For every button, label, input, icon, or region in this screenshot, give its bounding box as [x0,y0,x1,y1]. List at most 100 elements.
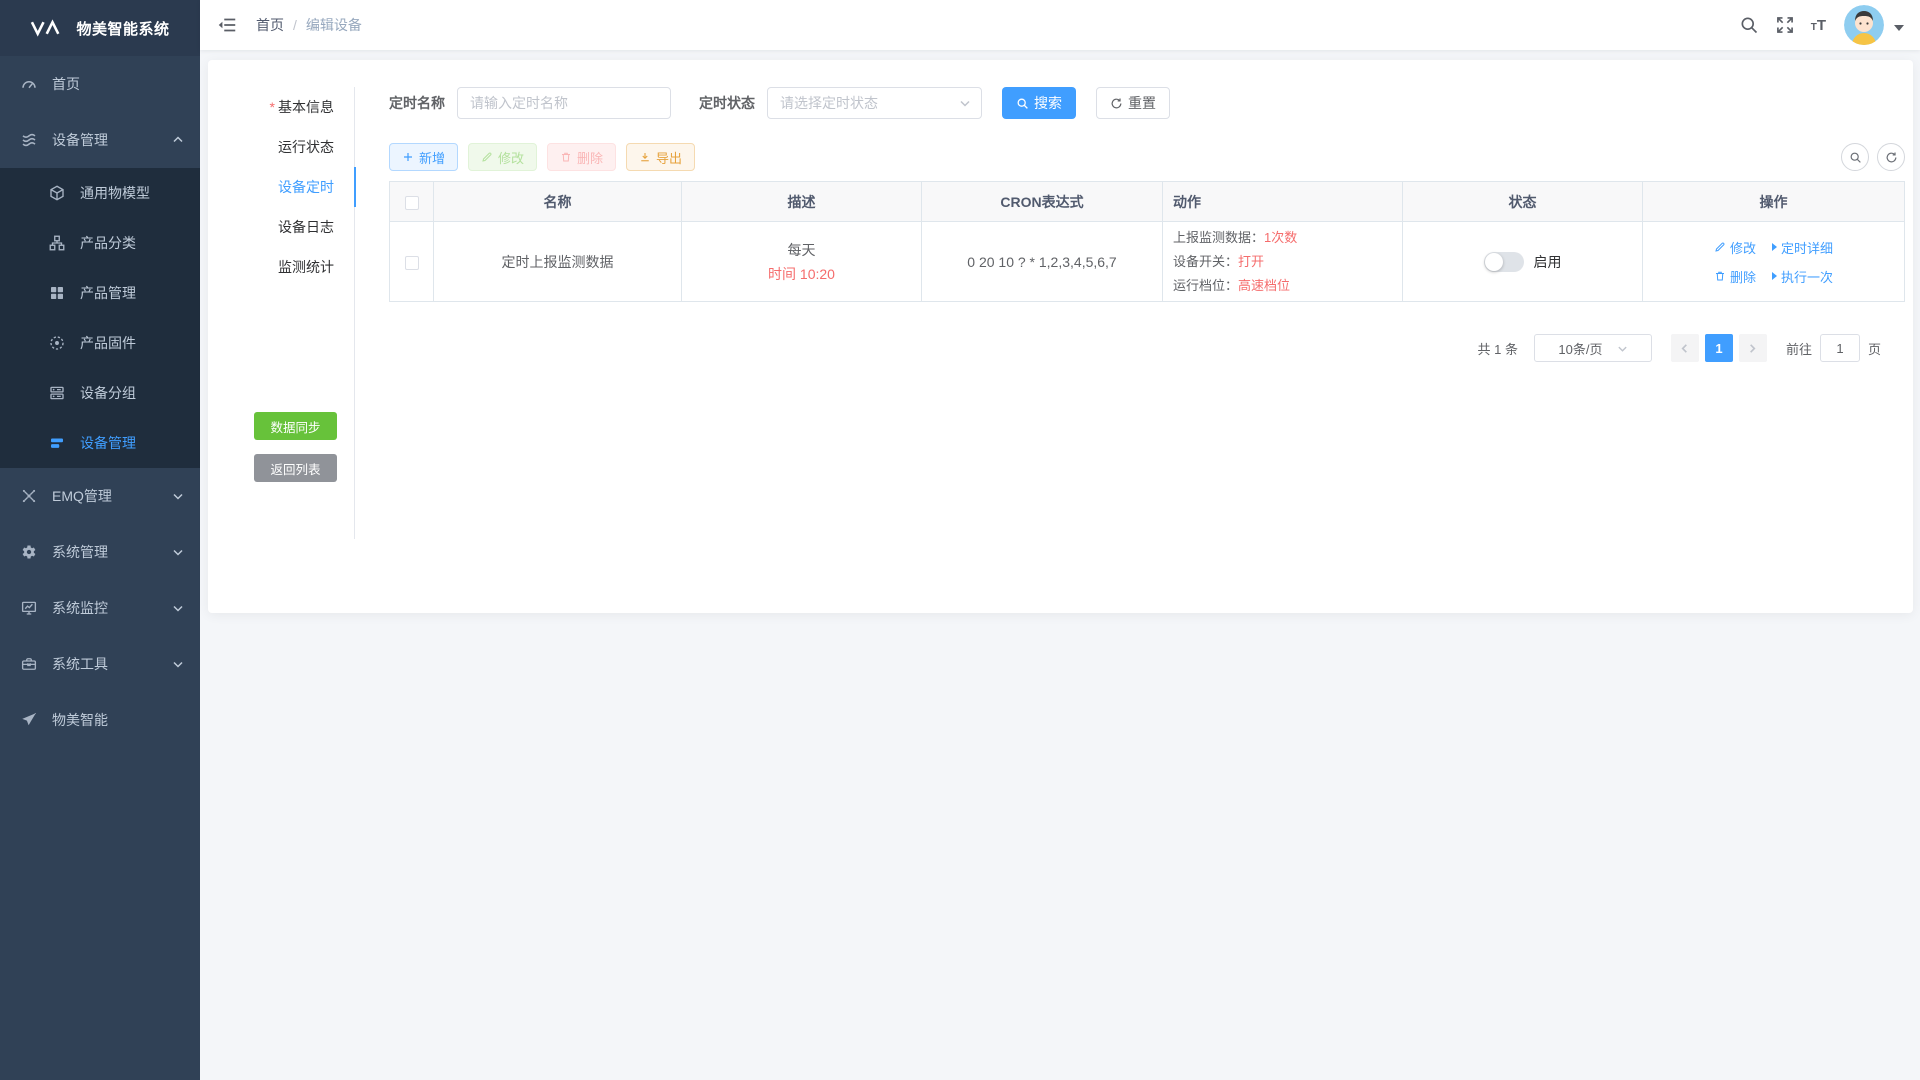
add-button[interactable]: 新增 [389,143,458,171]
row-run-once-label: 执行一次 [1781,267,1833,286]
app-title: 物美智能系统 [76,18,169,39]
reset-button[interactable]: 重置 [1096,87,1170,119]
sidebar-item-label: 设备分组 [80,383,184,403]
tab-basic-info[interactable]: *基本信息 [208,87,354,127]
desc-frequency: 每天 [682,238,921,262]
sidebar-item-system-management[interactable]: 系统管理 [0,524,200,580]
sidebar-item-home[interactable]: 首页 [0,56,200,112]
col-header-ops: 操作 [1643,182,1905,222]
sidebar-item-label: 物美智能 [52,710,184,730]
refresh-button[interactable] [1877,143,1905,171]
chevron-down-icon [172,546,184,558]
sidebar-item-wumei-smart[interactable]: 物美智能 [0,692,200,748]
row-delete-link[interactable]: 删除 [1714,267,1756,286]
page-size-select[interactable]: 10条/页 [1534,334,1652,362]
fullscreen-icon[interactable] [1775,15,1795,35]
cell-ops: 修改 定时详细 删除 [1643,222,1905,302]
tab-monitor-stats[interactable]: 监测统计 [208,247,354,287]
table-header-row: 名称 描述 CRON表达式 动作 状态 操作 [390,182,1905,222]
tab-label: 设备日志 [278,219,334,235]
col-header-name: 名称 [434,182,682,222]
sidebar-item-product-firmware[interactable]: 产品固件 [0,318,200,368]
select-all-checkbox[interactable] [405,196,419,210]
target-icon [48,334,66,352]
pagination: 共 1 条 10条/页 1 [389,334,1905,362]
header-checkbox-cell [390,182,434,222]
delete-button[interactable]: 删除 [547,143,616,171]
required-mark: * [270,99,275,115]
action-label: 设备开关： [1173,254,1238,269]
action-value: 打开 [1238,254,1264,269]
sidebar-item-label: EMQ管理 [52,486,172,506]
sitemap-icon [48,234,66,252]
sidebar-item-product-category[interactable]: 产品分类 [0,218,200,268]
logo-icon [30,17,66,39]
breadcrumb-home[interactable]: 首页 [256,15,284,35]
page-unit-label: 页 [1868,339,1881,358]
sidebar-item-label: 产品固件 [80,333,184,353]
back-to-list-button[interactable]: 返回列表 [254,454,337,482]
server-rack-icon [48,384,66,402]
row-checkbox[interactable] [405,256,419,270]
sidebar-item-label: 设备管理 [52,130,172,150]
sidebar-fold-icon[interactable] [216,14,238,36]
sidebar-item-label: 设备管理 [80,433,184,453]
logo[interactable]: 物美智能系统 [0,0,200,56]
app-root: 物美智能系统 首页 设备管理 [0,0,1920,1080]
device-tabs: *基本信息 运行状态 设备定时 设备日志 监测统计 数据同步 [208,87,355,539]
list-bars-icon [48,434,66,452]
tab-running-status[interactable]: 运行状态 [208,127,354,167]
tab-device-timer[interactable]: 设备定时 [208,167,354,207]
search-button[interactable]: 搜索 [1002,87,1076,119]
sidebar-item-thing-model[interactable]: 通用物模型 [0,168,200,218]
edit-button[interactable]: 修改 [468,143,537,171]
edit-device-card: *基本信息 运行状态 设备定时 设备日志 监测统计 数据同步 [208,60,1913,613]
header-search-icon[interactable] [1739,15,1759,35]
page-background: *基本信息 运行状态 设备定时 设备日志 监测统计 数据同步 [200,50,1920,1080]
page-size-value: 10条/页 [1558,339,1602,358]
avatar[interactable] [1844,5,1884,45]
sidebar-item-label: 系统管理 [52,542,172,562]
row-run-once-link[interactable]: 执行一次 [1772,267,1833,286]
sidebar-item-label: 产品分类 [80,233,184,253]
cell-actions: 上报监测数据：1次数 设备开关：打开 运行档位：高速档位 [1163,222,1403,302]
row-timer-detail-link[interactable]: 定时详细 [1772,238,1833,257]
prev-page-button[interactable] [1671,334,1699,362]
dashboard-icon [20,75,38,93]
paper-plane-icon [20,711,38,729]
export-button[interactable]: 导出 [626,143,695,171]
sidebar-item-product-management[interactable]: 产品管理 [0,268,200,318]
sidebar-item-label: 产品管理 [80,283,184,303]
desc-time: 时间 10:20 [682,262,921,286]
sidebar-item-label: 通用物模型 [80,183,184,203]
page-number-1[interactable]: 1 [1705,334,1733,362]
col-header-action: 动作 [1163,182,1403,222]
device-management-submenu: 通用物模型 产品分类 产品管理 [0,168,200,468]
timer-name-input[interactable] [457,87,671,119]
timer-table: 名称 描述 CRON表达式 动作 状态 操作 定时上报监测数据 [389,181,1905,302]
table-row: 定时上报监测数据 每天 时间 10:20 0 20 10 ? * 1,2,3,4… [390,222,1905,302]
user-menu[interactable] [1844,5,1904,45]
row-edit-label: 修改 [1730,238,1756,257]
cube-icon [48,184,66,202]
select-placeholder: 请选择定时状态 [780,93,878,113]
sidebar-item-device-list[interactable]: 设备管理 [0,418,200,468]
sidebar-item-emq-management[interactable]: EMQ管理 [0,468,200,524]
sidebar-item-device-group[interactable]: 设备分组 [0,368,200,418]
row-delete-label: 删除 [1730,267,1756,286]
goto-page-input[interactable] [1820,334,1860,362]
tab-device-log[interactable]: 设备日志 [208,207,354,247]
font-size-icon[interactable]: TT [1811,17,1826,34]
timer-status-select[interactable]: 请选择定时状态 [767,87,982,119]
sidebar-item-device-management[interactable]: 设备管理 [0,112,200,168]
sidebar-item-system-monitor[interactable]: 系统监控 [0,580,200,636]
status-toggle[interactable] [1484,252,1524,272]
col-header-status: 状态 [1403,182,1643,222]
toggle-search-button[interactable] [1841,143,1869,171]
row-edit-link[interactable]: 修改 [1714,238,1756,257]
action-value: 高速档位 [1238,278,1290,293]
next-page-button[interactable] [1739,334,1767,362]
sidebar-item-system-tools[interactable]: 系统工具 [0,636,200,692]
data-sync-button[interactable]: 数据同步 [254,412,337,440]
timer-name-label: 定时名称 [389,93,445,113]
